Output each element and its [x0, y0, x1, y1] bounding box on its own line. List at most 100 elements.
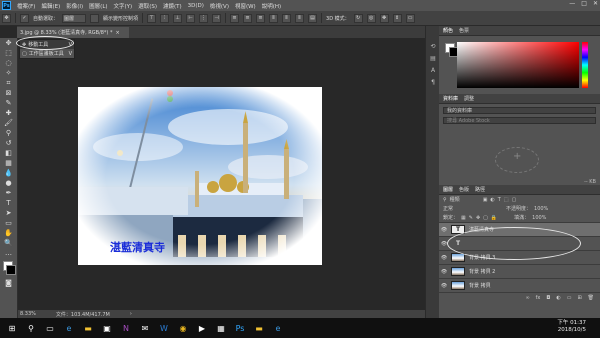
menu-type[interactable]: 文字(Y)	[111, 2, 136, 10]
delete-layer-icon[interactable]: 🗑	[588, 295, 594, 301]
menu-window[interactable]: 視窗(W)	[232, 2, 259, 10]
start-icon[interactable]: ⊞	[4, 320, 20, 336]
status-arrow-icon[interactable]: ›	[130, 311, 132, 317]
magic-wand-tool-icon[interactable]: ✧	[1, 68, 16, 78]
align-right-icon[interactable]: ⊣	[212, 13, 222, 23]
filter-pixel-icon[interactable]: ▣	[483, 197, 488, 203]
menu-edit[interactable]: 編輯(E)	[38, 2, 63, 10]
eye-icon[interactable]: 👁	[439, 269, 449, 275]
opacity-value[interactable]: 100%	[534, 206, 548, 212]
tab-layers[interactable]: 圖層	[443, 186, 453, 193]
menu-image[interactable]: 影像(I)	[63, 2, 86, 10]
dodge-tool-icon[interactable]: ●	[1, 178, 16, 188]
adobe-stock-search[interactable]: 搜尋 Adobe Stock	[443, 117, 596, 124]
tab-libraries[interactable]: 資料庫	[443, 95, 458, 102]
3d-roll-icon[interactable]: ◎	[366, 13, 376, 23]
edge-icon[interactable]: e	[61, 320, 77, 336]
distribute-right-icon[interactable]: ⦀	[295, 13, 305, 23]
onenote-icon[interactable]: N	[118, 320, 134, 336]
align-top-icon[interactable]: ⊤	[147, 13, 157, 23]
filter-type-icon[interactable]: T	[498, 197, 501, 203]
auto-select-dropdown[interactable]: 圖層	[62, 13, 87, 23]
menu-file[interactable]: 檔案(F)	[14, 2, 38, 10]
menu-view[interactable]: 檢視(V)	[207, 2, 232, 10]
minimize-button[interactable]: —	[569, 0, 575, 7]
media-icon[interactable]: ▶	[194, 320, 210, 336]
lasso-tool-icon[interactable]: ◌	[1, 58, 16, 68]
move-tool-icon[interactable]: ✥	[1, 38, 16, 48]
transform-controls-checkbox[interactable]	[90, 13, 100, 23]
distribute-bottom-icon[interactable]: ≡	[256, 13, 266, 23]
link-layers-icon[interactable]: ∞	[525, 295, 529, 301]
fx-icon[interactable]: fx	[536, 295, 541, 301]
color-picker-field[interactable]	[457, 42, 579, 88]
healing-brush-tool-icon[interactable]: ✚	[1, 108, 16, 118]
hand-tool-icon[interactable]: ✋	[1, 228, 16, 238]
fill-value[interactable]: 100%	[532, 215, 546, 221]
store-icon[interactable]: ▣	[99, 320, 115, 336]
eyedropper-tool-icon[interactable]: ✎	[1, 98, 16, 108]
filter-adjust-icon[interactable]: ◐	[490, 197, 494, 203]
auto-align-icon[interactable]: ▤	[308, 13, 318, 23]
layer-row[interactable]: 👁 背景 拷貝 2	[439, 264, 600, 278]
frame-tool-icon[interactable]: ⊠	[1, 88, 16, 98]
3d-scale-icon[interactable]: ▭	[405, 13, 415, 23]
pen-tool-icon[interactable]: ✒	[1, 188, 16, 198]
menu-layer[interactable]: 圖層(L)	[86, 2, 110, 10]
3d-slide-icon[interactable]: ⇕	[392, 13, 402, 23]
layer-kind-filter[interactable]: 種類	[450, 196, 460, 203]
properties-panel-icon[interactable]: ▤	[426, 52, 440, 64]
add-mask-icon[interactable]: ◘	[546, 295, 550, 301]
align-hcenter-icon[interactable]: ⋮	[199, 13, 209, 23]
explorer-icon[interactable]: ▬	[80, 320, 96, 336]
hue-slider[interactable]	[582, 42, 588, 88]
distribute-vcenter-icon[interactable]: ≡	[243, 13, 253, 23]
tab-paths[interactable]: 路徑	[475, 186, 485, 193]
align-left-icon[interactable]: ⊢	[186, 13, 196, 23]
menu-help[interactable]: 說明(H)	[259, 2, 284, 10]
system-tray-clock[interactable]: 下午 01:37 2018/10/5	[557, 320, 586, 334]
blur-tool-icon[interactable]: 💧	[1, 168, 16, 178]
restore-button[interactable]: □	[581, 0, 587, 7]
eye-icon[interactable]: 👁	[439, 227, 449, 233]
flyout-item-artboard[interactable]: ▢ 工作區畫板工具 V	[20, 49, 74, 58]
clone-stamp-tool-icon[interactable]: ⚲	[1, 128, 16, 138]
chrome-icon[interactable]: ◉	[175, 320, 191, 336]
more-tools-icon[interactable]: …	[1, 248, 16, 258]
layer-row[interactable]: 👁 背景 拷貝	[439, 278, 600, 292]
distribute-top-icon[interactable]: ≡	[230, 13, 240, 23]
auto-select-checkbox[interactable]: ✓	[20, 13, 29, 23]
background-color-swatch[interactable]	[6, 265, 16, 275]
brush-tool-icon[interactable]: 🖌	[1, 118, 16, 128]
history-panel-icon[interactable]: ⟲	[426, 40, 440, 52]
filter-smart-icon[interactable]: ▢	[512, 197, 517, 203]
lock-pixels-icon[interactable]: ▦	[461, 215, 466, 221]
distribute-left-icon[interactable]: ⦀	[269, 13, 279, 23]
add-icon[interactable]: +	[513, 151, 521, 162]
3d-orbit-icon[interactable]: ↻	[353, 13, 363, 23]
align-vcenter-icon[interactable]: ⫶	[160, 13, 170, 23]
history-brush-tool-icon[interactable]: ↺	[1, 138, 16, 148]
new-group-icon[interactable]: ▭	[567, 295, 572, 301]
menu-filter[interactable]: 濾鏡(T)	[160, 2, 185, 10]
crop-tool-icon[interactable]: ⌗	[1, 78, 16, 88]
tab-adjustments[interactable]: 調整	[464, 95, 474, 102]
marquee-tool-icon[interactable]: ⬚	[1, 48, 16, 58]
quick-mask-icon[interactable]: ◙	[1, 278, 16, 288]
close-window-button[interactable]: ✕	[593, 0, 598, 7]
type-tool-icon[interactable]: T	[1, 198, 16, 208]
zoom-tool-icon[interactable]: 🔍	[1, 238, 16, 248]
align-bottom-icon[interactable]: ⊥	[173, 13, 183, 23]
photoshop-icon[interactable]: Ps	[232, 320, 248, 336]
canvas-text-layer[interactable]: 湛藍清真寺	[110, 239, 165, 255]
task-view-icon[interactable]: ▭	[42, 320, 58, 336]
tab-channels[interactable]: 色版	[459, 186, 469, 193]
distribute-hcenter-icon[interactable]: ⦀	[282, 13, 292, 23]
close-tab-icon[interactable]: ×	[115, 30, 119, 36]
lock-paint-icon[interactable]: ✎	[469, 215, 473, 221]
filter-shape-icon[interactable]: ⬚	[504, 197, 509, 203]
gradient-tool-icon[interactable]: ▦	[1, 158, 16, 168]
new-layer-icon[interactable]: ⊞	[577, 295, 581, 301]
folder-icon[interactable]: ▬	[251, 320, 267, 336]
eye-icon[interactable]: 👁	[439, 283, 449, 289]
